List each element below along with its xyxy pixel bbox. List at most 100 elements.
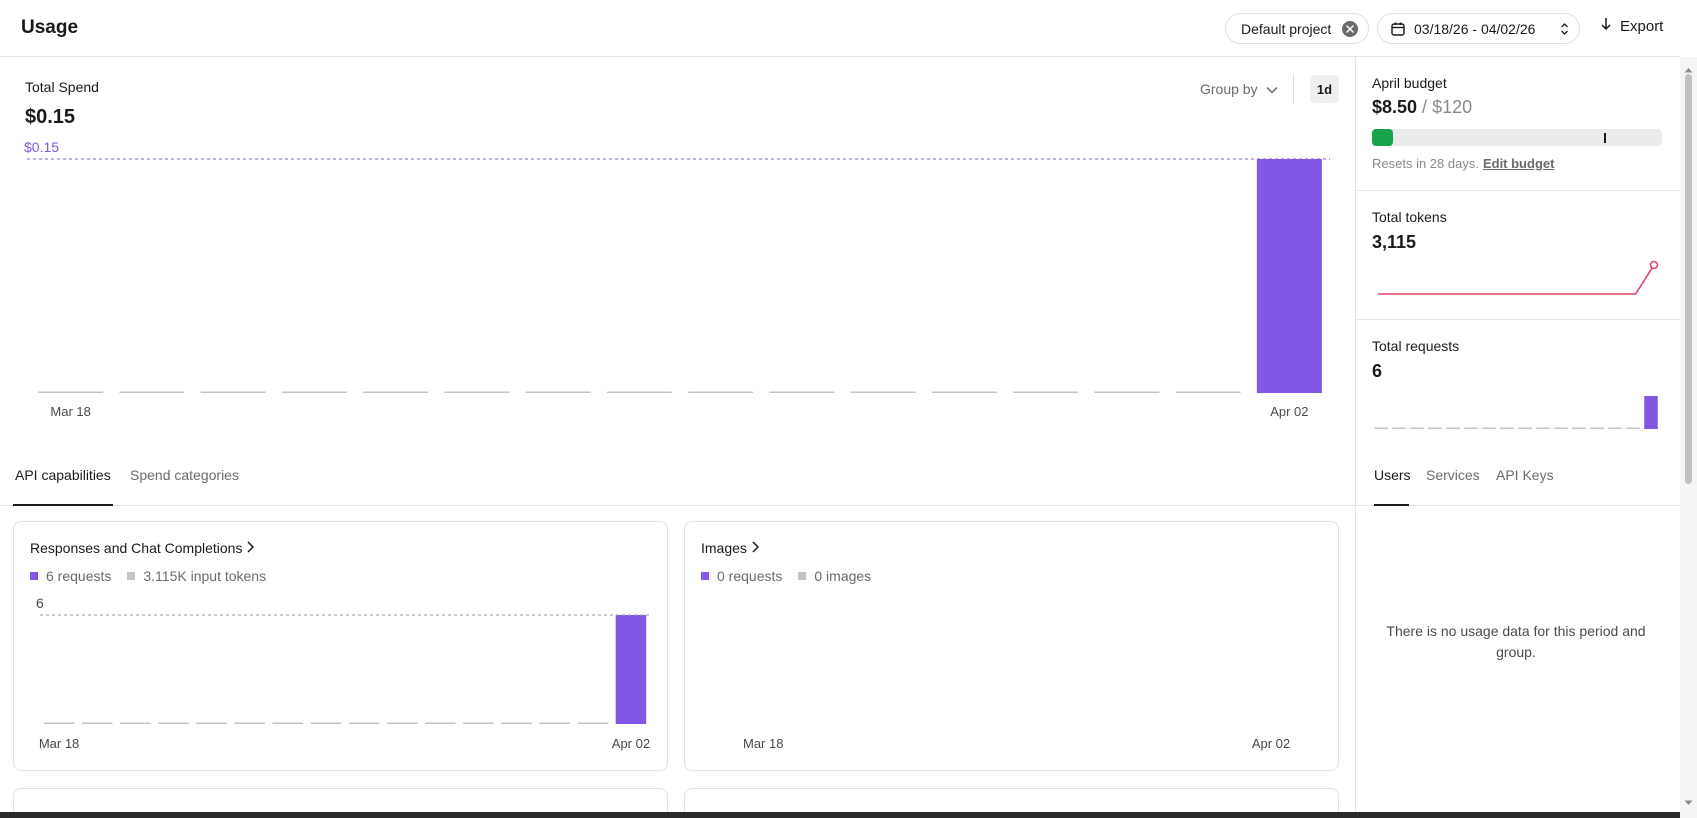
export-label: Export — [1620, 17, 1664, 35]
chart-bar-empty — [425, 722, 456, 724]
responses-chart: 6 Mar 18 Apr 02 — [36, 595, 650, 751]
chart-bar-empty — [539, 722, 570, 724]
group-by-dropdown[interactable]: Group by — [1200, 81, 1278, 97]
requests-section: Total requests 6 — [1356, 320, 1680, 448]
tokens-sparkline — [1378, 260, 1659, 295]
tab-services[interactable]: Services — [1426, 467, 1480, 483]
budget-alert-marker — [1604, 133, 1606, 143]
tab-spend-categories[interactable]: Spend categories — [130, 467, 239, 483]
chart-bar-empty — [1013, 391, 1079, 393]
capabilities-tabs: API capabilities Spend categories — [0, 448, 1355, 506]
responses-card-title-text: Responses and Chat Completions — [30, 540, 243, 556]
chevron-down-icon — [1266, 81, 1278, 97]
page-title: Usage — [21, 17, 79, 38]
requests-bar-empty — [1392, 427, 1406, 429]
scroll-down-icon[interactable] — [1684, 793, 1693, 811]
export-button[interactable]: Export — [1600, 17, 1663, 35]
clear-project-icon[interactable] — [1342, 21, 1358, 37]
chart-bar-empty — [501, 722, 532, 724]
date-range-picker[interactable]: 03/18/26 - 04/02/26 — [1377, 13, 1580, 44]
scrollbar-thumb[interactable] — [1685, 74, 1692, 484]
requests-sparkline — [1374, 396, 1658, 429]
budget-label: April budget — [1372, 75, 1447, 91]
total-requests-value: 6 — [1372, 361, 1383, 381]
responses-card: Responses and Chat Completions 6 request… — [13, 521, 668, 771]
x-tick-label: Apr 02 — [1270, 404, 1308, 419]
requests-bar-empty — [1626, 427, 1640, 429]
interval-1d-button[interactable]: 1d — [1310, 75, 1339, 103]
total-tokens-label: Total tokens — [1372, 209, 1447, 225]
x-tick-label: Apr 02 — [1252, 736, 1290, 751]
chevron-right-icon — [247, 540, 255, 556]
legend-label: 3.115K input tokens — [143, 568, 267, 584]
tokens-section: Total tokens 3,115 — [1356, 191, 1680, 320]
images-legend: 0 requests 0 images — [701, 568, 887, 584]
chevron-up-down-icon — [1560, 22, 1569, 39]
project-filter-pill[interactable]: Default project — [1225, 13, 1369, 44]
chart-bar-empty — [769, 391, 835, 393]
chevron-right-icon — [752, 540, 759, 556]
budget-progress-bar — [1372, 129, 1662, 146]
chart-bar-empty — [281, 391, 347, 393]
chart-bar-empty — [234, 722, 265, 724]
bottom-bar — [0, 812, 1680, 818]
chart-bar-empty — [43, 722, 75, 724]
breakdown-tabs: Users Services API Keys — [1356, 448, 1680, 506]
requests-bar-empty — [1482, 427, 1496, 429]
total-spend-chart: $0.15 Mar 18 Apr 02 — [24, 139, 1330, 419]
legend-label: 0 images — [814, 568, 872, 584]
chart-bar-empty — [310, 722, 342, 724]
chart-bar-empty — [363, 391, 429, 393]
requests-bar-empty — [1464, 427, 1478, 429]
page-scrollbar[interactable] — [1680, 57, 1697, 818]
tab-api-capabilities[interactable]: API capabilities — [15, 467, 111, 483]
images-card-title-text: Images — [701, 540, 747, 556]
chart-bar-empty — [931, 391, 997, 393]
chart-bar-empty — [606, 391, 672, 393]
tokens-last-point — [1649, 260, 1659, 270]
chart-bar-empty — [577, 722, 609, 724]
tab-users[interactable]: Users — [1374, 467, 1411, 483]
chart-bar-empty — [1175, 391, 1241, 393]
chart-bar-empty — [850, 391, 916, 393]
x-tick-label: Mar 18 — [50, 404, 90, 419]
chart-bar-empty — [386, 722, 418, 724]
tab-api-keys[interactable]: API Keys — [1496, 467, 1554, 483]
legend-item-images: 0 images — [798, 568, 871, 584]
legend-swatch — [30, 572, 38, 580]
chart-bar-empty — [463, 722, 494, 724]
requests-bar-empty — [1518, 427, 1532, 429]
chart-bar-empty — [688, 391, 754, 393]
requests-bar-empty — [1446, 427, 1460, 429]
chart-bar-empty — [120, 722, 151, 724]
images-chart: Mar 18 Apr 02 — [743, 736, 1290, 751]
legend-swatch — [798, 572, 807, 580]
budget-reset-text: Resets in 28 days. Edit budget — [1372, 156, 1554, 171]
date-range-value: 03/18/26 - 04/02/26 — [1414, 20, 1536, 37]
budget-progress-fill — [1372, 129, 1393, 146]
requests-bar-empty — [1374, 427, 1388, 429]
legend-label: 0 requests — [717, 568, 783, 584]
chart-bar-empty — [1094, 391, 1160, 393]
images-card-title[interactable]: Images — [701, 540, 759, 556]
chart-bar-empty — [38, 391, 104, 393]
group-by-label: Group by — [1200, 81, 1258, 97]
tokens-line — [1378, 264, 1655, 295]
chart-bar — [1256, 159, 1322, 393]
chart-bar — [615, 615, 647, 724]
x-tick-label: Apr 02 — [612, 736, 650, 751]
chart-bar-empty — [444, 391, 510, 393]
toolbar-divider — [1293, 74, 1294, 104]
images-card: Images 0 requests 0 images Mar 18 Apr 02 — [684, 521, 1339, 771]
requests-bar-empty — [1500, 427, 1514, 429]
edit-budget-link[interactable]: Edit budget — [1483, 156, 1555, 171]
legend-item-input-tokens: 3.115K input tokens — [127, 568, 266, 584]
legend-item-requests: 0 requests — [701, 568, 782, 584]
active-tab-underline — [13, 504, 113, 506]
chart-bar-empty — [81, 722, 113, 724]
requests-bar-empty — [1608, 427, 1622, 429]
responses-card-title[interactable]: Responses and Chat Completions — [30, 540, 255, 556]
page-header: Usage Default project 03/18/26 - 04/02/2… — [0, 0, 1680, 57]
budget-limit: $120 — [1432, 97, 1473, 117]
requests-bar-empty — [1536, 427, 1550, 429]
